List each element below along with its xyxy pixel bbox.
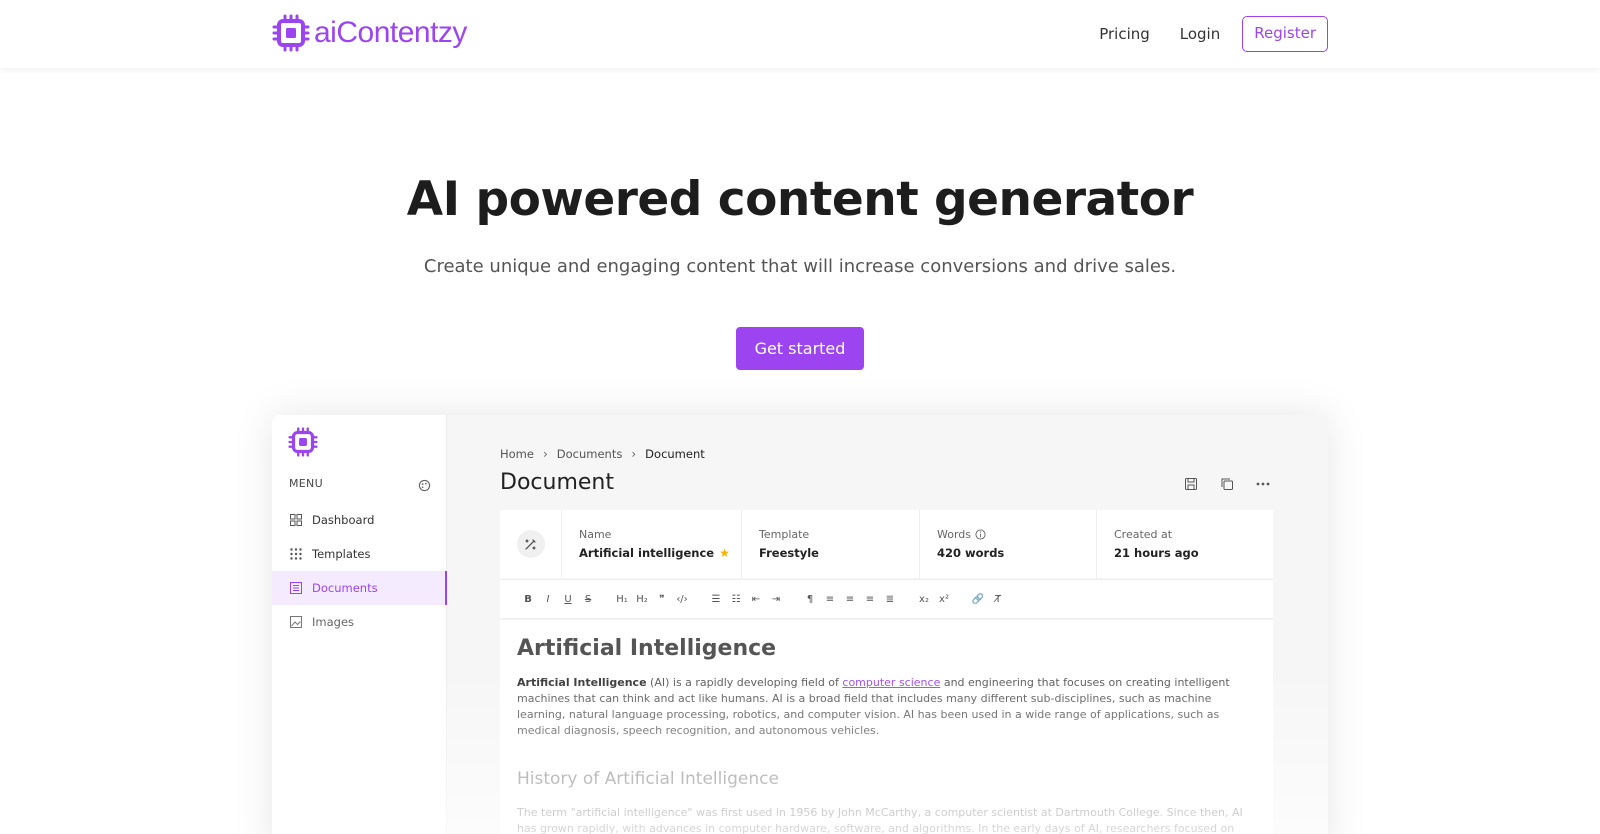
meta-name: Name Artificial intelligence ★ [562,510,742,578]
heading2-button[interactable]: H₂ [632,594,652,605]
chip-logo-icon [288,427,318,457]
register-button[interactable]: Register [1242,16,1328,52]
copy-icon[interactable] [1220,477,1234,491]
clear-format-button[interactable]: T̸ [988,594,1008,605]
heading1-button[interactable]: H₁ [612,594,632,605]
link-button[interactable]: 🔗 [968,594,988,605]
strike-button[interactable]: S [578,594,598,605]
page-title: Document [500,470,614,495]
editor-subheading: History of Artificial Intelligence [517,769,779,789]
words-value: 420 words [937,546,1005,560]
italic-button[interactable]: I [538,594,558,605]
editor-paragraph: Artificial Intelligence (AI) is a rapidl… [517,676,1230,737]
dashboard-icon [289,513,303,527]
template-value: Freestyle [759,546,819,560]
nav-pricing-link[interactable]: Pricing [1099,16,1150,52]
text-direction-button[interactable]: ¶ [800,594,820,605]
app-preview-screenshot: MENU Dashboard Templates Documents Image… [272,415,1328,834]
subscript-button[interactable]: x₂ [914,594,934,605]
editor-paragraph: The term "artificial intelligence" was f… [517,806,1243,834]
palette-icon[interactable] [418,477,431,496]
code-button[interactable]: ‹/› [672,594,692,605]
menu-heading: MENU [289,477,323,490]
hero-subtitle: Create unique and engaging content that … [423,256,1177,277]
justify-button[interactable]: ≣ [880,594,900,605]
editor-toolbar: B I U S H₁ H₂ ❞ ‹/› ☰ ☷ ⇤ ⇥ ¶ ≡ ≡ ≡ ≣ x₂… [500,579,1273,619]
more-options-icon[interactable] [1256,477,1270,491]
ordered-list-button[interactable]: ☰ [706,594,726,605]
document-editor[interactable]: Artificial Intelligence Artificial Intel… [500,620,1273,834]
image-icon [289,615,303,629]
outdent-button[interactable]: ⇤ [746,594,766,605]
brand-name: aiContentzy [314,16,467,49]
sidebar-item-dashboard[interactable]: Dashboard [272,503,447,537]
meta-template: Template Freestyle [742,510,920,578]
top-navbar: aiContentzy Pricing Login Register [0,0,1600,68]
document-meta-bar: Name Artificial intelligence ★ Template … [500,510,1273,578]
sidebar-item-documents[interactable]: Documents [272,571,447,605]
align-left-button[interactable]: ≡ [820,594,840,605]
document-icon [289,581,303,595]
underline-button[interactable]: U [558,594,578,605]
get-started-button[interactable]: Get started [736,327,864,370]
edit-sparkle-icon [516,530,545,558]
chip-logo-icon [272,14,310,52]
document-actions [1184,477,1270,491]
main-nav: Pricing Login Register [1069,16,1328,52]
sidebar-item-images[interactable]: Images [272,605,447,639]
breadcrumb-home[interactable]: Home [500,447,534,461]
meta-icon-cell [500,510,562,578]
editor-heading: Artificial Intelligence [517,636,777,661]
sidebar-item-label: Documents [312,581,378,595]
app-sidebar: MENU Dashboard Templates Documents Image… [272,415,447,834]
sidebar-item-label: Images [312,615,355,629]
align-center-button[interactable]: ≡ [840,594,860,605]
grid-dots-icon [289,547,303,561]
indent-button[interactable]: ⇥ [766,594,786,605]
computer-science-link[interactable]: computer science [842,676,940,689]
bullet-list-button[interactable]: ☷ [726,594,746,605]
nav-login-link[interactable]: Login [1180,16,1220,52]
breadcrumb: Home › Documents › Document [500,447,705,461]
align-right-button[interactable]: ≡ [860,594,880,605]
hero-title: AI powered content generator [406,172,1194,227]
sidebar-item-templates[interactable]: Templates [272,537,447,571]
app-logo [288,427,318,461]
meta-created: Created at 21 hours ago [1097,510,1273,578]
superscript-button[interactable]: x² [934,594,954,605]
breadcrumb-current: Document [645,447,705,461]
sidebar-item-label: Dashboard [312,513,375,527]
star-icon[interactable]: ★ [719,546,730,560]
words-label: Words [937,528,972,541]
chevron-right-icon: › [542,447,548,461]
breadcrumb-documents[interactable]: Documents [557,447,623,461]
created-value: 21 hours ago [1114,546,1199,560]
brand-logo[interactable]: aiContentzy [272,14,467,52]
chevron-right-icon: › [631,447,637,461]
document-name: Artificial intelligence [579,546,715,560]
sidebar-item-label: Templates [312,547,371,561]
save-icon[interactable] [1184,477,1198,491]
info-icon[interactable] [975,529,986,540]
quote-button[interactable]: ❞ [652,594,672,605]
bold-button[interactable]: B [518,594,538,605]
meta-words: Words 420 words [920,510,1097,578]
